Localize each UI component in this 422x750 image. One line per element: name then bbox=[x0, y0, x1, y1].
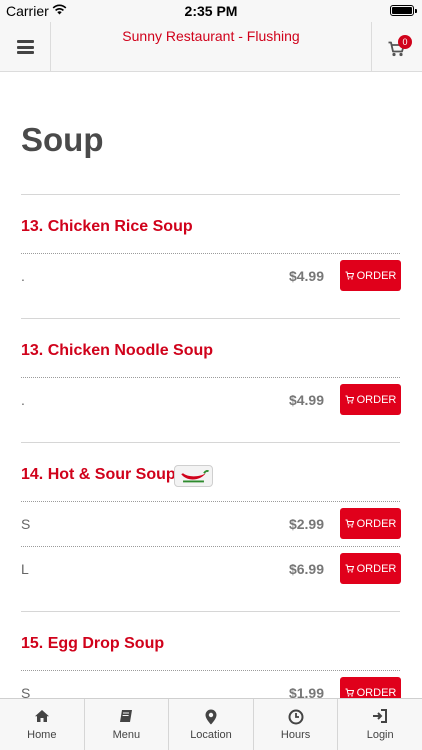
cart-mini-icon bbox=[345, 519, 354, 528]
menu-content[interactable]: Soup 13. Chicken Rice Soup . $4.99 ORDER… bbox=[0, 73, 422, 698]
option-price: $6.99 bbox=[288, 561, 324, 577]
order-button[interactable]: ORDER bbox=[340, 553, 401, 584]
tab-label: Menu bbox=[112, 729, 141, 741]
status-time: 2:35 PM bbox=[184, 3, 238, 19]
battery-icon bbox=[390, 5, 417, 16]
option-price: $2.99 bbox=[288, 516, 324, 532]
home-icon bbox=[34, 710, 49, 722]
option-label: L bbox=[21, 561, 29, 577]
dotted-divider bbox=[21, 501, 400, 502]
chili-pepper-icon bbox=[174, 465, 213, 487]
order-button[interactable]: ORDER bbox=[340, 508, 401, 539]
section-divider bbox=[21, 611, 400, 612]
option-label: . bbox=[21, 392, 25, 408]
dotted-divider bbox=[21, 377, 400, 378]
order-button-label: ORDER bbox=[356, 393, 397, 406]
order-button-label: ORDER bbox=[356, 686, 397, 699]
hamburger-icon bbox=[16, 40, 34, 54]
cart-mini-icon bbox=[345, 564, 354, 573]
section-title: Soup bbox=[21, 121, 104, 158]
dotted-divider bbox=[21, 670, 400, 671]
menu-button[interactable] bbox=[0, 22, 51, 72]
tab-location[interactable]: Location bbox=[169, 699, 254, 750]
option-label: . bbox=[21, 268, 25, 284]
order-button[interactable]: ORDER bbox=[340, 384, 401, 415]
nav-bar: Sunny Restaurant - Flushing 0 bbox=[0, 22, 422, 72]
restaurant-title: Sunny Restaurant - Flushing bbox=[122, 28, 300, 44]
map-pin-icon bbox=[205, 709, 217, 725]
order-button-label: ORDER bbox=[356, 517, 397, 530]
order-button[interactable]: ORDER bbox=[340, 260, 401, 291]
order-button-label: ORDER bbox=[356, 269, 397, 282]
clock-icon bbox=[288, 709, 304, 725]
cart-mini-icon bbox=[345, 688, 354, 697]
section-divider bbox=[21, 442, 400, 443]
cart-mini-icon bbox=[345, 271, 354, 280]
item-name: 15. Egg Drop Soup bbox=[21, 635, 165, 652]
option-price: $4.99 bbox=[288, 392, 324, 408]
cart-count-badge: 0 bbox=[398, 35, 412, 49]
option-label: S bbox=[21, 516, 31, 532]
dotted-divider bbox=[21, 253, 400, 254]
item-name: 14. Hot & Sour Soup bbox=[21, 466, 176, 483]
dotted-divider bbox=[21, 546, 400, 547]
option-price: $1.99 bbox=[288, 685, 324, 698]
cart-mini-icon bbox=[345, 395, 354, 404]
tab-label: Login bbox=[366, 729, 394, 741]
tab-login[interactable]: Login bbox=[338, 699, 422, 750]
login-icon bbox=[373, 709, 388, 723]
tab-label: Hours bbox=[280, 729, 311, 741]
app-screen: Carrier 2:35 PM Sunny Restaurant - Flush… bbox=[0, 0, 422, 750]
section-divider bbox=[21, 194, 400, 195]
order-button-label: ORDER bbox=[356, 562, 397, 575]
section-divider bbox=[21, 318, 400, 319]
item-name: 13. Chicken Noodle Soup bbox=[21, 342, 214, 359]
tab-home[interactable]: Home bbox=[0, 699, 85, 750]
tab-label: Location bbox=[190, 729, 232, 741]
tab-label: Home bbox=[27, 729, 57, 741]
item-name: 13. Chicken Rice Soup bbox=[21, 218, 193, 235]
status-bar: Carrier 2:35 PM bbox=[0, 0, 422, 22]
tab-menu[interactable]: Menu bbox=[85, 699, 170, 750]
order-button[interactable]: ORDER bbox=[340, 677, 401, 698]
option-price: $4.99 bbox=[288, 268, 324, 284]
cart-button[interactable]: 0 bbox=[371, 22, 422, 72]
book-icon bbox=[120, 710, 133, 722]
tab-bar: Home Menu Location Hours Login bbox=[0, 698, 422, 750]
tab-hours[interactable]: Hours bbox=[254, 699, 339, 750]
option-label: S bbox=[21, 685, 31, 698]
